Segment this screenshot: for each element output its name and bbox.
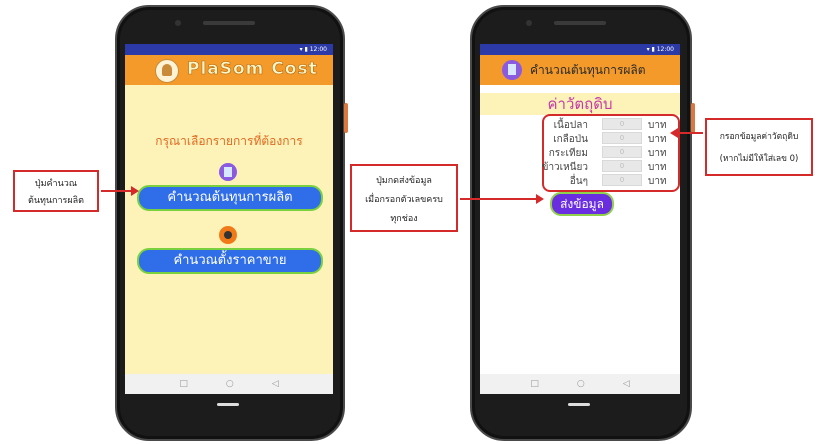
app-title: PlaSom Cost xyxy=(187,59,318,80)
app-title: คำนวณต้นทุนการผลิต xyxy=(530,63,646,77)
arrow-left xyxy=(101,190,133,192)
phone-1-side-button xyxy=(344,103,348,133)
callout-submit-button: ปุ่มกดส่งข้อมูล เมื่อกรอกตัวเลขครบ ทุกช่… xyxy=(350,164,458,232)
row-label: เนื้อปลา xyxy=(553,120,588,131)
phone-2-speaker xyxy=(554,21,606,25)
callout-line: (หากไม่มีให้ใส่เลข 0) xyxy=(719,154,799,164)
row-label: ข้าวเหนียว xyxy=(541,162,588,173)
fish-cost-input[interactable]: 0 xyxy=(602,118,642,130)
row-unit: บาท xyxy=(648,134,667,145)
salt-cost-input[interactable]: 0 xyxy=(602,132,642,144)
phone-1-camera xyxy=(175,20,181,26)
calc-production-cost-button[interactable]: คำนวณต้นทุนการผลิต xyxy=(137,185,323,211)
input-row-fish: เนื้อปลา 0 บาท xyxy=(536,118,676,131)
callout-line: เมื่อกรอกตัวเลขครบ xyxy=(365,195,443,205)
row-unit: บาท xyxy=(648,148,667,159)
callout-input-fields: กรอกข้อมูลค่าวัตถุดิบ (หากไม่มีให้ใส่เลข… xyxy=(705,118,813,176)
home-icon[interactable]: ○ xyxy=(577,379,585,389)
input-row-rice: ข้าวเหนียว 0 บาท xyxy=(536,160,676,173)
recents-icon[interactable]: □ xyxy=(530,379,539,389)
arrow-middle xyxy=(460,198,538,200)
calc-selling-price-button[interactable]: คำนวณตั้งราคาขาย xyxy=(137,248,323,274)
home-icon[interactable]: ○ xyxy=(226,379,234,389)
row-unit: บาท xyxy=(648,120,667,131)
callout-line: ปุ่มกดส่งข้อมูล xyxy=(376,176,432,186)
phone-2-camera xyxy=(526,20,532,26)
back-icon[interactable]: ◁ xyxy=(272,379,279,389)
arrow-middle-head xyxy=(536,194,544,204)
callout-line: กรอกข้อมูลค่าวัตถุดิบ xyxy=(719,132,799,142)
submit-button[interactable]: ส่งข้อมูล xyxy=(550,192,614,216)
app-bar: คำนวณต้นทุนการผลิต xyxy=(480,55,680,85)
phone-2-screen: ▾ ▮ 12:00 คำนวณต้นทุนการผลิต ค่าวัตถุดิบ… xyxy=(480,44,680,394)
garlic-cost-input[interactable]: 0 xyxy=(602,146,642,158)
select-prompt: กรุณาเลือกรายการที่ต้องการ xyxy=(155,134,303,148)
phone-2-frame: ▾ ▮ 12:00 คำนวณต้นทุนการผลิต ค่าวัตถุดิบ… xyxy=(470,5,695,441)
row-label: เกลือป่น xyxy=(553,134,588,145)
phone-1-screen: ▾ ▮ 12:00 PlaSom Cost กรุณาเลือกรายการที… xyxy=(125,44,333,394)
sticky-rice-cost-input[interactable]: 0 xyxy=(602,160,642,172)
phone-2-side-button xyxy=(691,103,695,133)
calculator-icon xyxy=(219,163,237,181)
callout-line: ปุ่มคำนวณ xyxy=(34,179,78,189)
recents-icon[interactable]: □ xyxy=(179,379,188,389)
input-row-other: อื่นๆ 0 บาท xyxy=(536,174,676,187)
phone-2-bottom-pill xyxy=(568,403,590,406)
app-logo-icon xyxy=(155,59,179,83)
phone-1-frame: ▾ ▮ 12:00 PlaSom Cost กรุณาเลือกรายการที… xyxy=(115,5,348,441)
phone-1-bottom-pill xyxy=(217,403,239,406)
section-header: ค่าวัตถุดิบ xyxy=(480,93,680,115)
input-row-salt: เกลือป่น 0 บาท xyxy=(536,132,676,145)
arrow-right xyxy=(677,132,703,134)
arrow-right-head xyxy=(670,128,678,138)
section-title: ค่าวัตถุดิบ xyxy=(547,95,613,113)
row-label: กระเทียม xyxy=(548,148,588,159)
status-bar: ▾ ▮ 12:00 xyxy=(125,44,333,55)
money-bag-icon xyxy=(219,226,237,244)
status-bar: ▾ ▮ 12:00 xyxy=(480,44,680,55)
back-icon[interactable]: ◁ xyxy=(623,379,630,389)
row-label: อื่นๆ xyxy=(569,176,588,187)
phone-1-speaker xyxy=(203,21,255,25)
row-unit: บาท xyxy=(648,176,667,187)
arrow-left-head xyxy=(131,186,139,196)
calculator-icon xyxy=(502,60,522,80)
android-nav-bar: □ ○ ◁ xyxy=(125,374,333,394)
callout-line: ทุกช่อง xyxy=(390,214,418,224)
app-bar: PlaSom Cost xyxy=(125,55,333,85)
callout-production-button: ปุ่มคำนวณ ต้นทุนการผลิต xyxy=(13,170,99,212)
other-cost-input[interactable]: 0 xyxy=(602,174,642,186)
callout-line: ต้นทุนการผลิต xyxy=(27,196,85,206)
android-nav-bar: □ ○ ◁ xyxy=(480,374,680,394)
input-row-garlic: กระเทียม 0 บาท xyxy=(536,146,676,159)
row-unit: บาท xyxy=(648,162,667,173)
